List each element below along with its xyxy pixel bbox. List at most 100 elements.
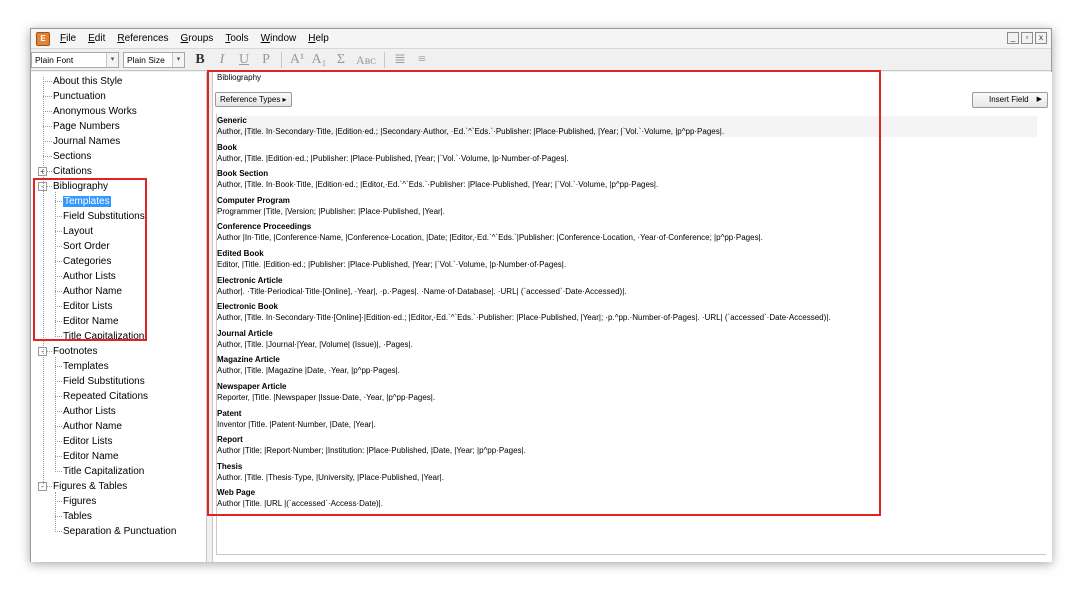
- tree-item-punctuation[interactable]: Punctuation: [53, 89, 106, 104]
- template-block[interactable]: Electronic Article Author|. ·Title·Period…: [217, 276, 1037, 297]
- menu-groups[interactable]: Groups: [175, 29, 220, 49]
- tree-item-editor-lists[interactable]: Editor Lists: [63, 299, 112, 314]
- tree-item-templates[interactable]: Templates: [63, 359, 109, 374]
- align-center-button[interactable]: ≡: [411, 50, 433, 70]
- template-block[interactable]: Report Author |Title; |Report·Number; |In…: [217, 435, 1037, 456]
- tree-connector: [55, 336, 62, 337]
- tree-item-journal-names[interactable]: Journal Names: [53, 134, 120, 149]
- close-button[interactable]: x: [1035, 32, 1047, 44]
- tree-item-page-numbers[interactable]: Page Numbers: [53, 119, 120, 134]
- small-caps-button[interactable]: Aʙᴄ: [352, 50, 380, 70]
- tree-item-label: Author Name: [63, 421, 122, 432]
- size-select[interactable]: Plain Size ▾: [123, 51, 185, 68]
- font-select[interactable]: Plain Font ▾: [31, 51, 119, 68]
- superscript-button[interactable]: A¹: [286, 50, 308, 70]
- align-left-button[interactable]: ≣: [389, 50, 411, 70]
- template-text[interactable]: Programmer |Title, |Version; |Publisher:…: [217, 206, 1037, 217]
- template-block[interactable]: Computer Program Programmer |Title, |Vers…: [217, 196, 1037, 217]
- template-text[interactable]: Author, |Title. |Magazine |Date, ·Year, …: [217, 365, 1037, 376]
- tree-item-templates[interactable]: Templates: [63, 194, 111, 209]
- template-block[interactable]: Web Page Author |Title. |URL |(`accessed`…: [217, 488, 1037, 509]
- tree-connector: [55, 381, 62, 382]
- tree-item-field-substitutions[interactable]: Field Substitutions: [63, 209, 145, 224]
- tree-item-layout[interactable]: Layout: [63, 224, 93, 239]
- tree-item-editor-lists[interactable]: Editor Lists: [63, 434, 112, 449]
- restore-button[interactable]: ▫: [1021, 32, 1033, 44]
- template-text[interactable]: Author, |Title. |Journal·|Year, |Volume|…: [217, 339, 1037, 350]
- tree-item-categories[interactable]: Categories: [63, 254, 111, 269]
- tree-item-title-capitalization[interactable]: Title Capitalization: [63, 329, 144, 344]
- menu-tools[interactable]: Tools: [219, 29, 254, 49]
- tree-item-sections[interactable]: Sections: [53, 149, 91, 164]
- template-editor[interactable]: Generic Author, |Title. In·Secondary·Titl…: [213, 114, 1051, 554]
- template-text[interactable]: Author, |Title. In·Secondary·Title, |Edi…: [217, 126, 1037, 137]
- menu-window[interactable]: Window: [255, 29, 303, 49]
- reference-type-name: Generic: [217, 116, 247, 125]
- tree-item-figures-tables[interactable]: Figures & Tables: [53, 479, 127, 494]
- template-text[interactable]: Author. |Title. |Thesis·Type, |Universit…: [217, 472, 1037, 483]
- tree-item-label: Field Substitutions: [63, 211, 145, 222]
- panel-title: Bibliography: [217, 73, 262, 82]
- minimize-button[interactable]: _: [1007, 32, 1019, 44]
- tree-item-bibliography[interactable]: Bibliography: [53, 179, 108, 194]
- tree-item-label: Editor Lists: [63, 436, 113, 447]
- reference-type-name: Electronic Article: [217, 275, 283, 285]
- tree-item-anonymous-works[interactable]: Anonymous Works: [53, 104, 137, 119]
- tree-item-sort-order[interactable]: Sort Order: [63, 239, 110, 254]
- tree-item-repeated-citations[interactable]: Repeated Citations: [63, 389, 148, 404]
- template-text[interactable]: Author|. ·Title·Periodical·Title·[Online…: [217, 286, 1037, 297]
- tree-item-figures[interactable]: Figures: [63, 494, 96, 509]
- template-text[interactable]: Author |Title. |URL |(`accessed`·Access·…: [217, 498, 1037, 509]
- tree-item-footnotes[interactable]: Footnotes: [53, 344, 97, 359]
- tree-item-field-substitutions[interactable]: Field Substitutions: [63, 374, 145, 389]
- tree-item-author-name[interactable]: Author Name: [63, 419, 122, 434]
- template-text[interactable]: Inventor |Title. |Patent·Number, |Date, …: [217, 419, 1037, 430]
- tree-connector: [55, 366, 62, 367]
- template-block[interactable]: Magazine Article Author, |Title. |Magazin…: [217, 355, 1037, 376]
- template-block[interactable]: Patent Inventor |Title. |Patent·Number, |…: [217, 409, 1037, 430]
- menu-help[interactable]: Help: [302, 29, 335, 49]
- tree-item-editor-name[interactable]: Editor Name: [63, 449, 119, 464]
- tree-item-author-lists[interactable]: Author Lists: [63, 269, 116, 284]
- template-text[interactable]: Author, |Title. In·Secondary·Title·[Onli…: [217, 312, 1037, 323]
- tree-item-tables[interactable]: Tables: [63, 509, 92, 524]
- template-text[interactable]: Reporter, |Title. |Newspaper |Issue·Date…: [217, 392, 1037, 403]
- template-block[interactable]: Conference Proceedings Author |In·Title, …: [217, 222, 1037, 243]
- tree-item-label: Sections: [53, 151, 92, 162]
- tree-connector: [43, 126, 52, 127]
- plain-button[interactable]: P: [255, 50, 277, 70]
- template-block[interactable]: Newspaper Article Reporter, |Title. |News…: [217, 382, 1037, 403]
- menu-file[interactable]: File: [54, 29, 82, 49]
- template-block[interactable]: Thesis Author. |Title. |Thesis·Type, |Uni…: [217, 462, 1037, 483]
- tree-item-about-this-style[interactable]: About this Style: [53, 74, 122, 89]
- bold-button[interactable]: B: [189, 50, 211, 70]
- template-block[interactable]: Journal Article Author, |Title. |Journal·…: [217, 329, 1037, 350]
- template-block[interactable]: Generic Author, |Title. In·Secondary·Titl…: [217, 116, 1037, 137]
- tree-item-author-lists[interactable]: Author Lists: [63, 404, 116, 419]
- tree-item-label: About this Style: [53, 76, 123, 87]
- template-text[interactable]: Author, |Title. In·Book·Title, |Edition·…: [217, 179, 1037, 190]
- tree-item-editor-name[interactable]: Editor Name: [63, 314, 119, 329]
- template-text[interactable]: Editor, |Title. |Edition·ed.; |Publisher…: [217, 259, 1037, 270]
- reference-types-button[interactable]: Reference Types ▸: [215, 92, 292, 107]
- template-text[interactable]: Author |Title; |Report·Number; |Institut…: [217, 445, 1037, 456]
- symbol-button[interactable]: Σ: [330, 50, 352, 70]
- insert-field-button[interactable]: Insert Field ▶: [972, 92, 1048, 108]
- template-block[interactable]: Book Author, |Title. |Edition·ed.; |Publi…: [217, 143, 1037, 164]
- tree-item-author-name[interactable]: Author Name: [63, 284, 122, 299]
- italic-button[interactable]: I: [211, 50, 233, 70]
- tree-connector: [55, 516, 62, 517]
- template-text[interactable]: Author, |Title. |Edition·ed.; |Publisher…: [217, 153, 1037, 164]
- subscript-button[interactable]: A₁: [308, 50, 330, 70]
- tree-item-separation-punctuation[interactable]: Separation & Punctuation: [63, 524, 176, 539]
- template-text[interactable]: Author |In·Title, |Conference·Name, |Con…: [217, 232, 1037, 243]
- template-block[interactable]: Book Section Author, |Title. In·Book·Titl…: [217, 169, 1037, 190]
- underline-button[interactable]: U: [233, 50, 255, 70]
- tree-item-citations[interactable]: Citations: [53, 164, 92, 179]
- tree-connector: [55, 426, 62, 427]
- menu-references[interactable]: References: [111, 29, 174, 49]
- tree-item-title-capitalization[interactable]: Title Capitalization: [63, 464, 144, 479]
- template-block[interactable]: Edited Book Editor, |Title. |Edition·ed.;…: [217, 249, 1037, 270]
- menu-edit[interactable]: Edit: [82, 29, 111, 49]
- template-block[interactable]: Electronic Book Author, |Title. In·Second…: [217, 302, 1037, 323]
